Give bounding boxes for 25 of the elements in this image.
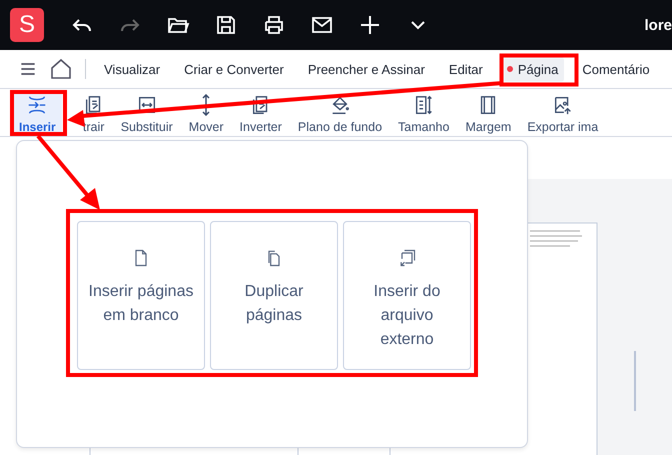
insert-option-card[interactable]: Duplicar páginas (210, 221, 338, 370)
print-icon[interactable] (262, 13, 286, 37)
user-name: lore (644, 16, 672, 34)
app-logo: S (10, 8, 44, 42)
highlight-frame (10, 90, 67, 136)
menu-tab[interactable]: Criar e Converter (178, 56, 290, 82)
toolbar-button[interactable]: Margem (458, 91, 518, 136)
menu-tab[interactable]: Visualizar (98, 56, 166, 82)
menu-tab[interactable]: Comentário (576, 56, 656, 82)
toolbar-button[interactable]: trair (76, 91, 112, 136)
insert-option-card[interactable]: Inserir páginas em branco (77, 221, 205, 370)
insert-option-card[interactable]: Inserir do arquivo externo (343, 221, 471, 370)
toolbar-button[interactable]: Exportar ima (520, 91, 606, 136)
toolbar-button[interactable]: Mover (182, 91, 231, 136)
plus-icon[interactable] (358, 13, 382, 37)
home-icon[interactable] (49, 57, 73, 81)
toolbar-button[interactable]: Plano de fundo (290, 91, 390, 136)
menu-tab[interactable]: Editar (442, 56, 489, 82)
menu-tab[interactable]: Página (500, 56, 564, 82)
toolbar-button[interactable]: Tamanho (391, 91, 456, 136)
save-icon[interactable] (214, 13, 238, 37)
menu-tab[interactable]: Preencher e Assinar (302, 56, 431, 82)
toolbar-button[interactable]: Substituir (114, 91, 180, 136)
toolbar-button[interactable]: Inverter (232, 91, 289, 136)
move-icon (202, 94, 210, 116)
